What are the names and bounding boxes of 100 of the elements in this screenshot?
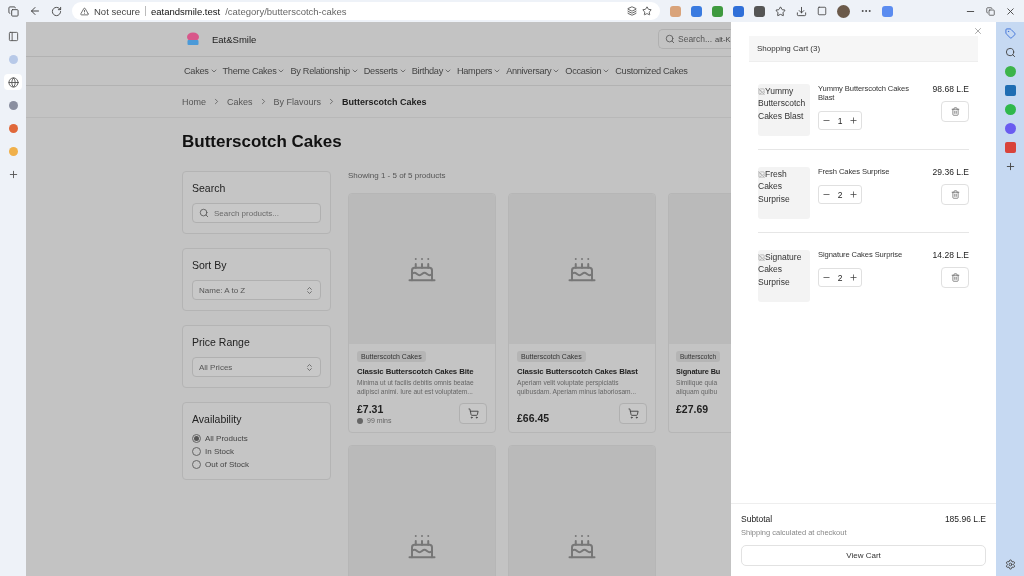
cupcake-logo [185,31,201,47]
download-icon[interactable] [796,5,807,17]
extension-icon[interactable] [754,5,765,17]
search-field[interactable]: Search products... [192,203,321,223]
broken-image: Signature Cakes Surprise [758,250,810,302]
search-icon [665,34,675,44]
close-icon [973,26,983,36]
up-down-icon [305,285,314,295]
extension-icon[interactable] [691,5,702,17]
close-icon[interactable] [1005,5,1016,17]
page-title: Butterscotch Cakes [182,132,343,152]
nav-link[interactable]: By Relationship [290,66,359,76]
plus-icon[interactable] [849,190,858,199]
chevron-down-icon [493,67,502,75]
extension-icon[interactable] [733,5,744,17]
subtotal-value: 185.96 L.E [944,514,986,524]
chevron-down-icon [350,67,359,75]
nav-link[interactable]: Occasion [565,66,611,76]
close-button[interactable] [973,26,983,36]
sort-select[interactable]: Name: A to Z [192,280,321,300]
view-cart-button[interactable]: View Cart [741,545,986,566]
screen-icon[interactable] [817,6,827,16]
search-placeholder: Search products... [214,208,279,218]
nav-link[interactable]: Hampers [456,66,502,76]
clock-icon [357,417,363,424]
radio-option[interactable]: In Stock [192,447,321,456]
cart-title: Shopping Cart (3) [749,36,978,62]
favorite-icon[interactable] [642,6,652,16]
panel-title: Price Range [192,336,251,348]
product-price: £7.31 [357,403,385,416]
breadcrumb-link[interactable]: By Flavours [273,96,322,107]
globe-icon[interactable] [4,74,22,90]
broken-image: Yummy Butterscotch Cakes Blast [758,84,810,136]
tabs-icon[interactable] [8,5,19,17]
add-icon[interactable] [1004,161,1016,172]
nav-link[interactable]: Anniversary [506,66,561,76]
chevron-down-icon [552,67,561,75]
product-price: £66.45 [517,412,550,425]
warning-icon [80,6,89,16]
chevron-down-icon [277,67,286,75]
price-select[interactable]: All Prices [192,357,321,377]
plus-icon[interactable] [849,273,858,282]
panel-title: Search [192,182,227,194]
plus-icon[interactable] [849,116,858,125]
up-down-icon [305,362,314,372]
app-icon[interactable] [1004,123,1016,134]
delete-button[interactable] [941,101,969,122]
panel-title: Availability [192,413,243,425]
select-value: All Prices [199,362,234,372]
quantity-value: 2 [837,189,843,200]
trash-icon [950,273,960,282]
delete-button[interactable] [941,184,969,205]
product-price: £27.69 [676,403,709,416]
radio-option[interactable]: All Products [192,434,321,443]
url-host: eatandsmile.test [150,5,221,17]
security-label: Not secure [94,5,140,17]
quantity-value: 1 [837,115,843,126]
search-icon [199,208,209,218]
copilot-icon[interactable] [882,5,893,17]
add-to-cart-button[interactable] [459,403,487,425]
brand-name: Eat&Smile [212,33,257,45]
item-price: 14.28 L.E [932,250,969,260]
breadcrumb-link[interactable]: Home [182,96,206,107]
app-icon[interactable] [1004,85,1016,96]
nav-link[interactable]: Birthday [411,66,452,76]
nav-link[interactable]: Cakes [184,66,218,76]
chevron-down-icon [398,67,407,75]
search-icon[interactable] [1004,47,1016,58]
app-icon[interactable] [1004,142,1016,153]
search-placeholder: Search... [678,34,713,44]
extension-icon[interactable] [712,5,723,17]
trash-icon [950,107,960,116]
favorites-icon[interactable] [775,5,786,17]
address-bar[interactable]: Not secure eatandsmile.test /category/butterscotch-cakes [72,2,660,20]
url-path: /category/butterscotch-cakes [225,5,347,17]
breadcrumb-current[interactable]: Butterscotch Cakes [342,96,427,107]
cart-icon [627,408,639,420]
back-icon[interactable] [29,5,41,17]
chevron-down-icon [209,67,218,75]
refresh-icon[interactable] [51,5,62,17]
radio-option[interactable]: Out of Stock [192,460,321,469]
chevron-down-icon [443,67,452,75]
delete-button[interactable] [941,267,969,288]
add-to-cart-button[interactable] [619,403,647,425]
chevron-down-icon [602,67,611,75]
profile-avatar[interactable] [837,4,850,18]
quantity-value: 2 [837,272,843,283]
results-count: Showing 1 - 5 of 5 products [348,171,447,180]
nav-link[interactable]: Customized Cakes [615,66,688,76]
item-price: 29.36 L.E [932,167,969,177]
panel-title: Sort By [192,259,228,271]
cart-icon [467,408,479,420]
subtotal-label: Subtotal [741,514,773,524]
breadcrumb-link[interactable]: Cakes [227,96,253,107]
item-price: 98.68 L.E [932,84,969,94]
nav-link[interactable]: Theme Cakes [222,66,286,76]
restore-icon[interactable] [986,6,995,16]
nav-link[interactable]: Desserts [363,66,407,76]
chevron-icon [212,97,221,106]
settings-icon[interactable] [1004,559,1016,570]
